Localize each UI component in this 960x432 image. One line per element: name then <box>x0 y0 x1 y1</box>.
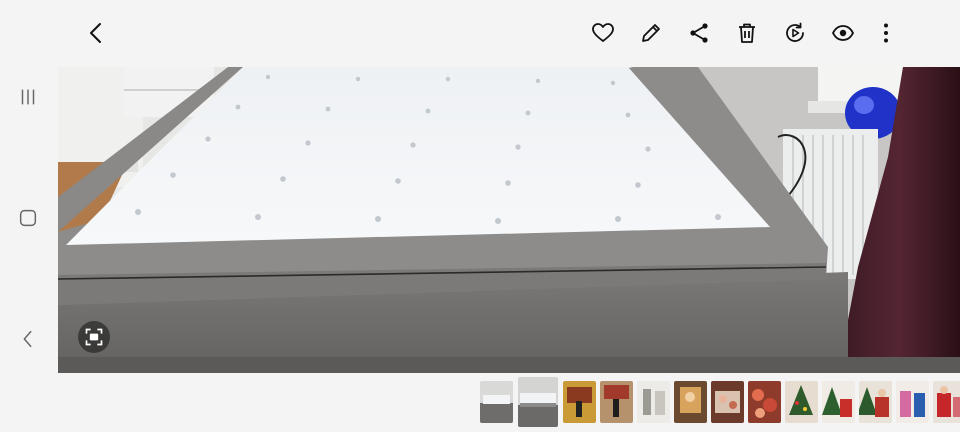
thumbnail[interactable] <box>600 381 633 423</box>
thumbnail[interactable] <box>896 381 929 423</box>
thumbnail-strip <box>0 373 960 432</box>
recents-button[interactable] <box>14 83 42 111</box>
share-icon <box>690 23 708 43</box>
share-button[interactable] <box>685 19 713 47</box>
thumbnail[interactable] <box>637 381 670 423</box>
edit-button[interactable] <box>637 19 665 47</box>
thumbnail[interactable] <box>711 381 744 423</box>
recents-icon <box>21 89 35 105</box>
favorite-button[interactable] <box>589 19 617 47</box>
thumbnail[interactable] <box>480 381 513 423</box>
delete-button[interactable] <box>733 19 761 47</box>
thumbnail[interactable] <box>785 381 818 423</box>
edit-icon <box>642 24 660 42</box>
bed-mattress-photo <box>58 67 960 373</box>
play-video-button[interactable] <box>781 19 809 47</box>
back-button[interactable] <box>83 19 111 47</box>
top-toolbar <box>0 0 960 67</box>
image-search-icon <box>85 328 103 346</box>
more-options-button[interactable] <box>872 19 900 47</box>
play-video-icon <box>786 22 804 42</box>
view-details-button[interactable] <box>829 19 857 47</box>
thumbnail[interactable] <box>822 381 855 423</box>
thumbnail[interactable] <box>859 381 892 423</box>
thumbnail[interactable] <box>563 381 596 423</box>
system-back-button[interactable] <box>14 325 42 353</box>
thumbnail[interactable] <box>748 381 781 423</box>
thumbnail[interactable] <box>674 381 707 423</box>
back-icon <box>90 23 101 43</box>
photo-viewer[interactable] <box>58 67 960 373</box>
home-button[interactable] <box>14 204 42 232</box>
thumbnail[interactable] <box>933 381 960 423</box>
thumbnail-current[interactable] <box>518 377 558 427</box>
back-nav-icon <box>23 330 32 348</box>
image-search-button[interactable] <box>78 321 110 353</box>
heart-icon <box>592 23 614 42</box>
more-icon <box>884 23 888 43</box>
eye-icon <box>831 25 855 41</box>
home-icon <box>19 209 37 227</box>
delete-icon <box>739 23 755 43</box>
